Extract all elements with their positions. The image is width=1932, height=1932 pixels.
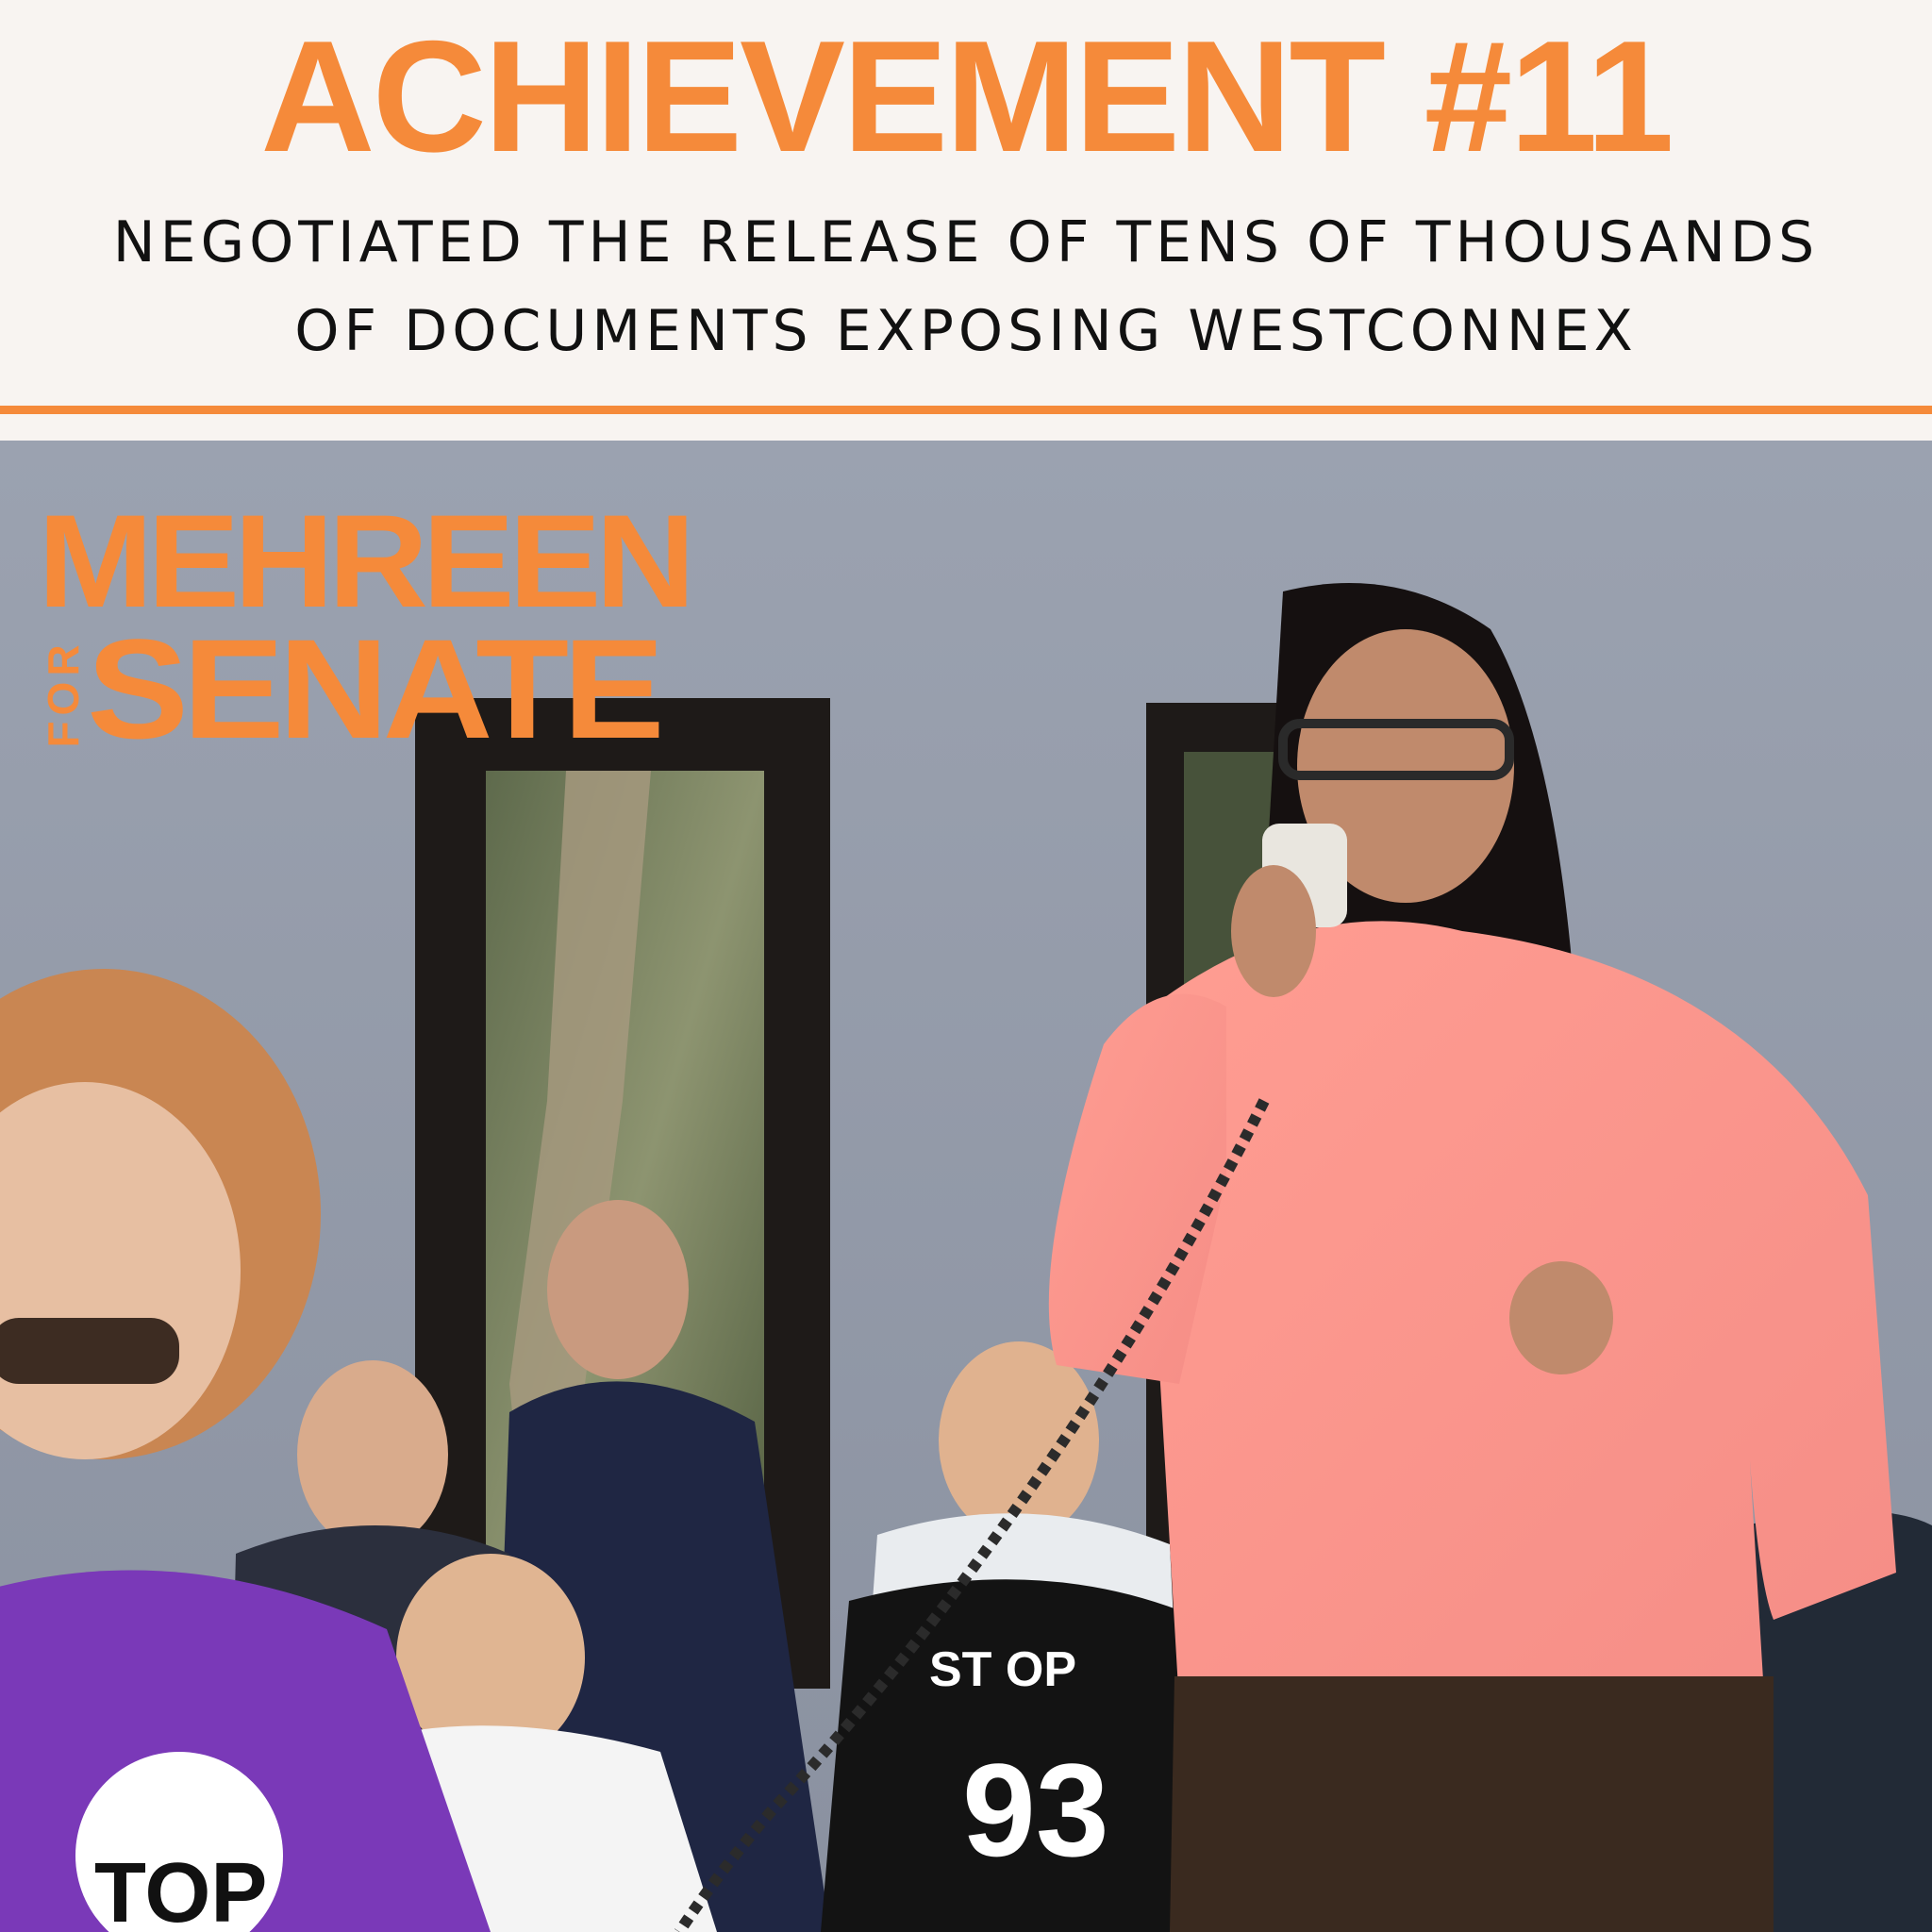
logo-for-text: FOR	[39, 639, 88, 748]
description-line-2: OF DOCUMENTS EXPOSING WESTCONNEX	[294, 298, 1638, 364]
shirt-text: ST OP	[929, 1642, 1076, 1697]
header-panel: ACHIEVEMENT #11 NEGOTIATED THE RELEASE O…	[0, 0, 1932, 406]
achievement-description: NEGOTIATED THE RELEASE OF TENS OF THOUSA…	[0, 198, 1932, 375]
logo-name: MEHREEN	[38, 487, 695, 635]
divider-gap	[0, 414, 1932, 441]
logo-for: FOR	[38, 627, 89, 759]
orange-divider	[0, 406, 1932, 414]
protest-sign-text: TOP	[94, 1846, 267, 1932]
achievement-title: ACHIEVEMENT #11	[260, 8, 1674, 185]
campaign-logo: MEHREEN FOR SENATE	[38, 487, 792, 760]
logo-senate: SENATE	[87, 609, 665, 768]
description-line-1: NEGOTIATED THE RELEASE OF TENS OF THOUSA…	[112, 209, 1820, 275]
shirt-number: 93	[962, 1736, 1109, 1884]
